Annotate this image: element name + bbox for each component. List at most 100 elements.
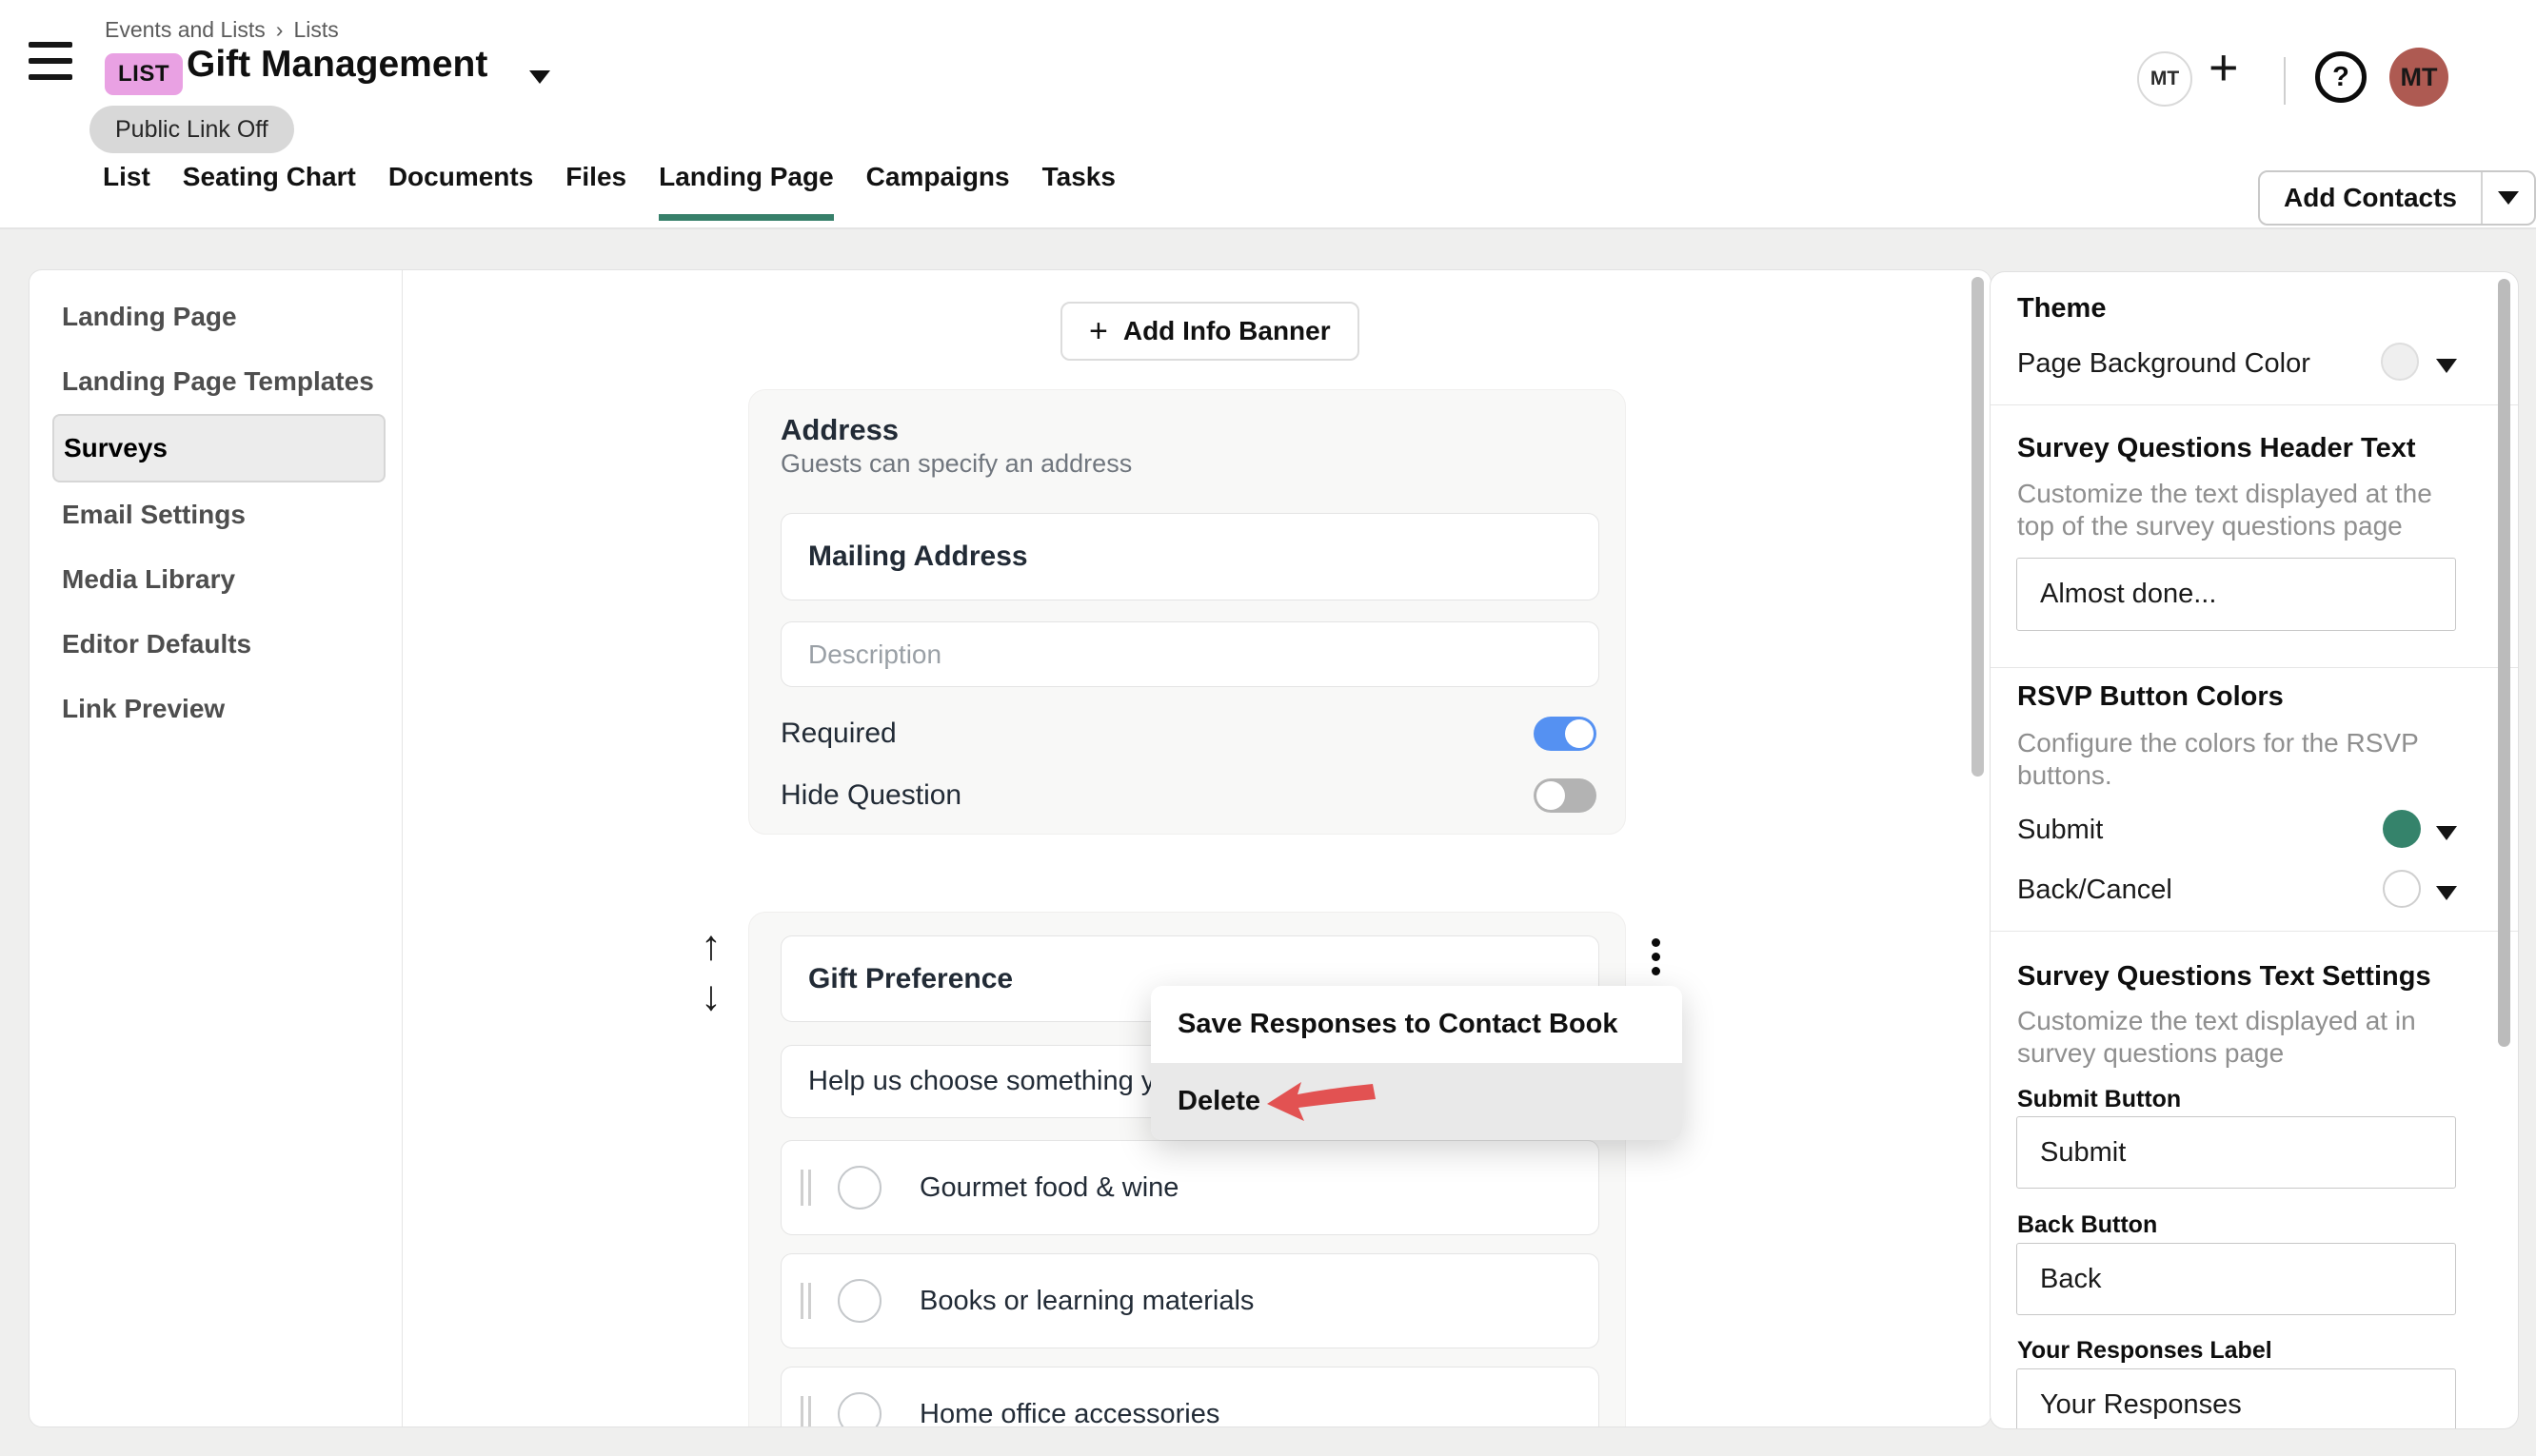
submit-button-text-input[interactable] (2016, 1116, 2456, 1189)
annotation-arrow-icon (1265, 1079, 1379, 1123)
menu-item-delete[interactable]: Delete (1151, 1063, 1682, 1140)
header-divider (2284, 57, 2286, 105)
page-background-color-label: Page Background Color (2017, 348, 2310, 380)
question-help-text: Help us choose something yo (808, 1066, 1170, 1097)
title-chevron-down-icon[interactable] (529, 70, 550, 84)
question-label: Mailing Address (808, 541, 1028, 573)
page-background-color-swatch[interactable] (2381, 343, 2419, 381)
radio-icon[interactable] (838, 1279, 882, 1323)
submit-button-label: Submit Button (2017, 1086, 2181, 1113)
header-text-section-title: Survey Questions Header Text (2017, 433, 2416, 464)
header-text-input[interactable] (2016, 558, 2456, 631)
plus-icon: + (1089, 313, 1108, 350)
option-row: Gourmet food & wine (781, 1140, 1599, 1235)
back-button-label: Back Button (2017, 1211, 2157, 1239)
sidebar-item-link-preview[interactable]: Link Preview (52, 677, 386, 741)
sidebar-item-editor-defaults[interactable]: Editor Defaults (52, 612, 386, 677)
sidebar-divider (402, 270, 403, 1426)
question-card-title: Address (781, 413, 899, 447)
your-responses-text-input[interactable] (2016, 1368, 2456, 1429)
landing-page-sidebar: Landing Page Landing Page Templates Surv… (30, 285, 402, 741)
question-kebab-menu-icon[interactable] (1648, 935, 1664, 979)
back-cancel-color-swatch[interactable] (2383, 870, 2421, 908)
menu-item-save-responses[interactable]: Save Responses to Contact Book (1151, 986, 1682, 1063)
main-scrollbar[interactable] (1971, 277, 1984, 777)
sidebar-item-surveys[interactable]: Surveys (52, 414, 386, 482)
tab-files[interactable]: Files (565, 162, 626, 221)
toggle-knob (1536, 781, 1565, 810)
theme-panel-scrollbar[interactable] (2498, 279, 2510, 1047)
rsvp-colors-section-title: RSVP Button Colors (2017, 681, 2284, 713)
page-background-color-dropdown-icon[interactable] (2436, 359, 2457, 373)
user-avatar[interactable]: MT (2389, 48, 2448, 107)
theme-section-title: Theme (2017, 293, 2106, 325)
help-icon[interactable]: ? (2315, 51, 2367, 103)
add-info-banner-button[interactable]: + Add Info Banner (1060, 302, 1359, 361)
description-input[interactable] (781, 621, 1599, 687)
tab-landing-page[interactable]: Landing Page (659, 162, 834, 221)
drag-handle-icon[interactable] (801, 1170, 811, 1206)
theme-panel: Theme Page Background Color Survey Quest… (1990, 271, 2519, 1429)
tab-documents[interactable]: Documents (388, 162, 533, 221)
sidebar-item-email-settings[interactable]: Email Settings (52, 482, 386, 547)
move-question-down-icon[interactable]: ↓ (701, 975, 722, 1017)
required-toggle[interactable] (1534, 717, 1596, 751)
collaborator-avatar[interactable]: MT (2137, 51, 2192, 107)
text-settings-section-title: Survey Questions Text Settings (2017, 961, 2431, 993)
chevron-down-icon (2498, 191, 2519, 205)
toggle-knob (1565, 719, 1594, 748)
back-button-text-input[interactable] (2016, 1243, 2456, 1315)
hide-question-label: Hide Question (781, 779, 961, 812)
list-type-badge: LIST (105, 53, 183, 95)
radio-icon[interactable] (838, 1392, 882, 1427)
question-label: Gift Preference (808, 963, 1013, 995)
submit-color-label: Submit (2017, 815, 2103, 846)
sidebar-item-landing-page-templates[interactable]: Landing Page Templates (52, 349, 386, 414)
page-title: Gift Management (187, 44, 487, 86)
back-cancel-color-dropdown-icon[interactable] (2436, 886, 2457, 900)
section-divider (1991, 404, 2519, 405)
submit-color-swatch[interactable] (2383, 810, 2421, 848)
radio-icon[interactable] (838, 1166, 882, 1210)
tab-campaigns[interactable]: Campaigns (866, 162, 1010, 221)
hide-question-toggle[interactable] (1534, 778, 1596, 813)
app-header: Events and Lists › Lists LIST Gift Manag… (0, 0, 2536, 229)
option-label: Home office accessories (920, 1399, 1219, 1428)
sidebar-item-landing-page[interactable]: Landing Page (52, 285, 386, 349)
add-contacts-dropdown-button[interactable] (2483, 172, 2534, 224)
option-label: Books or learning materials (920, 1286, 1254, 1317)
question-context-menu: Save Responses to Contact Book Delete (1151, 986, 1682, 1140)
tab-tasks[interactable]: Tasks (1042, 162, 1116, 221)
text-settings-description: Customize the text displayed at in surve… (2017, 1005, 2472, 1070)
breadcrumb-separator: › (276, 17, 284, 43)
app-root: Events and Lists › Lists LIST Gift Manag… (0, 0, 2536, 1456)
rsvp-colors-description: Configure the colors for the RSVP button… (2017, 727, 2472, 792)
option-label: Gourmet food & wine (920, 1172, 1179, 1204)
section-divider (1991, 667, 2519, 668)
add-contacts-split-button: Add Contacts (2258, 170, 2536, 226)
add-info-banner-label: Add Info Banner (1123, 316, 1331, 346)
address-question-card: Address Guests can specify an address Ma… (748, 389, 1626, 835)
breadcrumb-lists[interactable]: Lists (293, 17, 338, 43)
public-link-status-badge[interactable]: Public Link Off (89, 106, 294, 153)
header-text-description: Customize the text displayed at the top … (2017, 478, 2472, 542)
section-divider (1991, 931, 2519, 932)
question-label-box[interactable]: Mailing Address (781, 513, 1599, 600)
add-contacts-button[interactable]: Add Contacts (2260, 172, 2481, 224)
submit-color-dropdown-icon[interactable] (2436, 826, 2457, 840)
option-row: Books or learning materials (781, 1253, 1599, 1348)
move-question-up-icon[interactable]: ↑ (701, 925, 722, 967)
tab-bar: List Seating Chart Documents Files Landi… (103, 162, 1116, 221)
hamburger-menu-icon[interactable] (29, 42, 72, 80)
sidebar-item-media-library[interactable]: Media Library (52, 547, 386, 612)
tab-list[interactable]: List (103, 162, 150, 221)
required-label: Required (781, 718, 897, 750)
your-responses-label: Your Responses Label (2017, 1337, 2272, 1365)
breadcrumb-events-and-lists[interactable]: Events and Lists (105, 17, 266, 43)
drag-handle-icon[interactable] (801, 1283, 811, 1319)
option-row: Home office accessories (781, 1367, 1599, 1427)
main-panel: Landing Page Landing Page Templates Surv… (29, 269, 1991, 1427)
add-collaborator-icon[interactable]: + (2209, 42, 2239, 93)
tab-seating-chart[interactable]: Seating Chart (183, 162, 356, 221)
drag-handle-icon[interactable] (801, 1396, 811, 1427)
